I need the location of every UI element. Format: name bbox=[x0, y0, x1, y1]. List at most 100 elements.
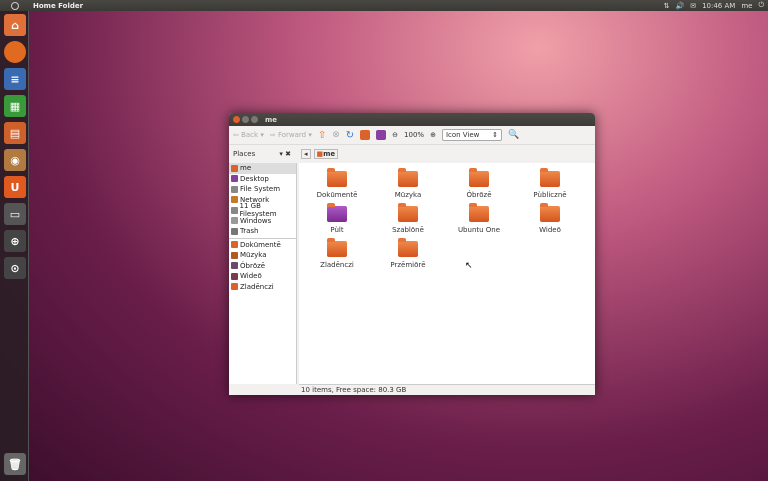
volume-icon[interactable]: 🔊 bbox=[675, 2, 684, 10]
sidebar-item[interactable]: 11 GB Filesystem bbox=[229, 202, 296, 218]
zoom-out-icon[interactable]: ⊖ bbox=[392, 131, 398, 139]
sidebar-item-label: Desktop bbox=[240, 174, 269, 183]
home-icon bbox=[231, 164, 238, 172]
drive-icon bbox=[231, 185, 238, 193]
calc-icon[interactable]: ▦ bbox=[4, 95, 26, 117]
trash-icon[interactable]: 🗑 bbox=[4, 453, 26, 475]
downloads-icon bbox=[231, 283, 238, 291]
sidebar-item-label: File System bbox=[240, 185, 281, 194]
mail-icon[interactable]: ✉ bbox=[690, 2, 696, 10]
sidebar-item[interactable]: Desktop bbox=[229, 174, 296, 185]
writer-icon[interactable]: ≡ bbox=[4, 68, 26, 90]
stop-icon[interactable]: ⊗ bbox=[332, 130, 340, 140]
folder-label: Pùblicznē bbox=[533, 191, 567, 199]
launcher: ⌂ ≡ ▦ ▤ ◉ U ▭ ⊕ ⊙ 🗑 bbox=[0, 11, 29, 481]
folder-label: Dokūmentē bbox=[316, 191, 358, 199]
search-icon[interactable]: 🔍 bbox=[508, 130, 519, 140]
power-icon[interactable]: ⏻ bbox=[758, 1, 764, 10]
videos-icon bbox=[231, 272, 238, 280]
firefox-icon[interactable] bbox=[4, 41, 26, 63]
sidebar-item-label: Mūzyka bbox=[240, 251, 267, 260]
folder-icon bbox=[327, 203, 347, 222]
folder-label: Mūzyka bbox=[394, 191, 422, 199]
sidebar-item[interactable]: Dokūmentē bbox=[229, 240, 296, 251]
folder-icon bbox=[327, 168, 347, 187]
folder-item[interactable]: Pùlt bbox=[302, 203, 372, 234]
back-button[interactable]: ⇦ Back ▾ bbox=[233, 131, 264, 139]
folder-icon bbox=[540, 168, 560, 187]
window-title: me bbox=[265, 115, 278, 124]
home-icon[interactable] bbox=[360, 130, 371, 140]
up-icon[interactable]: ⇧ bbox=[318, 130, 326, 141]
sidebar-item-label: Trash bbox=[240, 227, 259, 236]
sidebar-item[interactable]: Trash bbox=[229, 226, 296, 237]
close-button[interactable] bbox=[233, 116, 240, 123]
sidebar-item[interactable]: Mūzyka bbox=[229, 250, 296, 261]
folder-icon bbox=[327, 238, 347, 257]
ubuntu-one-icon[interactable]: U bbox=[4, 176, 26, 198]
user-menu[interactable]: me bbox=[741, 2, 752, 10]
folder-item[interactable]: Pùblicznē bbox=[515, 168, 585, 199]
folder-icon bbox=[398, 238, 418, 257]
ubuntu-logo-icon[interactable] bbox=[11, 1, 19, 10]
sidebar-item[interactable]: me bbox=[229, 163, 296, 174]
minimize-button[interactable] bbox=[242, 116, 249, 123]
folder-label: Ubuntu One bbox=[457, 226, 501, 234]
breadcrumb-me[interactable]: ■me bbox=[313, 148, 339, 159]
trash-icon bbox=[231, 227, 238, 235]
desktop-icon bbox=[231, 175, 238, 183]
folder-item[interactable]: Zladēnczi bbox=[302, 238, 372, 269]
places-select[interactable]: Places bbox=[233, 150, 255, 158]
maximize-button[interactable] bbox=[251, 116, 258, 123]
reload-icon[interactable]: ↻ bbox=[346, 130, 354, 141]
folder-item[interactable]: Wideō bbox=[515, 203, 585, 234]
status-bar: 10 items, Free space: 80.3 GB bbox=[299, 384, 595, 395]
sidebar-item[interactable]: Óbrōzē bbox=[229, 261, 296, 272]
workspaces-icon[interactable]: ⊕ bbox=[4, 230, 26, 252]
drive-icon bbox=[231, 217, 238, 225]
music-icon bbox=[231, 251, 238, 259]
folder-label: Óbrōzē bbox=[466, 191, 492, 199]
forward-button[interactable]: ⇨ Forward ▾ bbox=[270, 131, 312, 139]
folder-icon bbox=[398, 168, 418, 187]
dropdown-icon[interactable]: ▾ bbox=[279, 150, 283, 158]
folder-icon bbox=[469, 168, 489, 187]
close-sidebar-icon[interactable]: ✖ bbox=[285, 150, 291, 158]
sidebar-item-label: Zladēnczi bbox=[240, 282, 274, 291]
terminal-icon[interactable]: ▭ bbox=[4, 203, 26, 225]
folder-item[interactable]: Ubuntu One bbox=[444, 203, 514, 234]
location-bar: Places ▾ ✖ ◂ ■me bbox=[229, 145, 595, 162]
sidebar-item-label: Windows bbox=[240, 216, 272, 225]
computer-icon[interactable] bbox=[376, 130, 387, 140]
network-icon[interactable]: ⇅ bbox=[664, 2, 670, 10]
sidebar-item[interactable]: Zladēnczi bbox=[229, 282, 296, 293]
sidebar-item-label: Óbrōzē bbox=[240, 261, 266, 270]
folder-item[interactable]: Mūzyka bbox=[373, 168, 443, 199]
top-panel: Home Folder ⇅ 🔊 ✉ 10:46 AM me ⏻ bbox=[0, 0, 768, 11]
pictures-icon bbox=[231, 262, 238, 270]
clock[interactable]: 10:46 AM bbox=[702, 2, 735, 10]
folder-item[interactable]: Dokūmentē bbox=[302, 168, 372, 199]
dash-icon[interactable]: ⊙ bbox=[4, 257, 26, 279]
window-title: Home Folder bbox=[33, 1, 84, 10]
sidebar-item-label: Dokūmentē bbox=[240, 240, 281, 249]
zoom-in-icon[interactable]: ⊕ bbox=[430, 131, 436, 139]
places-sidebar: me Desktop File System Network 11 GB Filesys… bbox=[229, 163, 297, 384]
divider bbox=[229, 237, 296, 239]
folder-item[interactable]: Óbrōzē bbox=[444, 168, 514, 199]
sidebar-item[interactable]: File System bbox=[229, 184, 296, 195]
sidebar-item-label: me bbox=[240, 164, 252, 173]
view-select[interactable]: Icon View ⇕ bbox=[441, 129, 502, 141]
folder-item[interactable]: Przēmiōrē bbox=[373, 238, 443, 269]
sidebar-item-label: Wideō bbox=[240, 272, 262, 281]
path-left-button[interactable]: ◂ bbox=[301, 148, 311, 159]
software-center-icon[interactable]: ◉ bbox=[4, 149, 26, 171]
folder-item[interactable]: Szablōnē bbox=[373, 203, 443, 234]
documents-icon bbox=[231, 241, 238, 249]
sidebar-item[interactable]: Wideō bbox=[229, 271, 296, 282]
file-manager-window: me ⇦ Back ▾ ⇨ Forward ▾ ⇧ ⊗ ↻ ⊖ 100% ⊕ I… bbox=[229, 113, 595, 395]
impress-icon[interactable]: ▤ bbox=[4, 122, 26, 144]
folder-label: Wideō bbox=[539, 226, 561, 234]
home-folder-icon[interactable]: ⌂ bbox=[4, 14, 26, 36]
drive-icon bbox=[231, 206, 238, 214]
